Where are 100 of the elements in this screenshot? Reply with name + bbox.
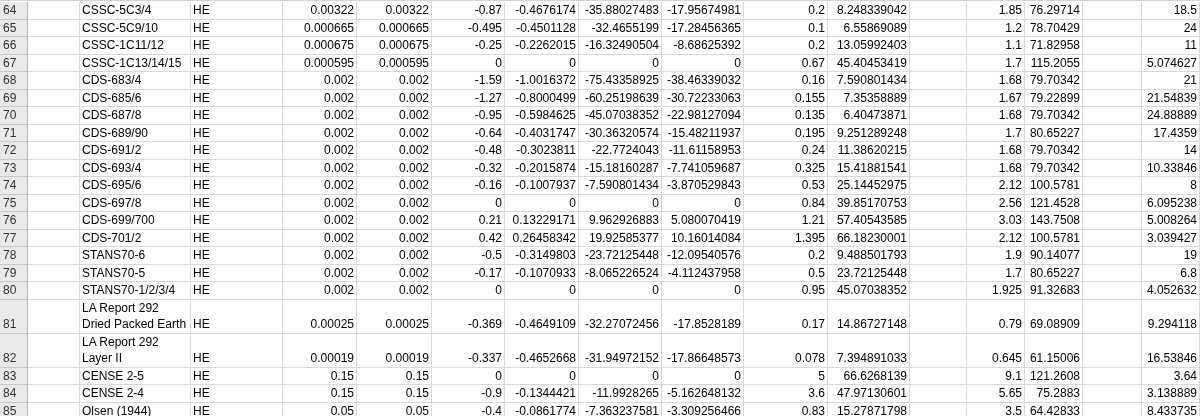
empty-cell[interactable] [1083, 107, 1142, 125]
table-cell: HE [191, 385, 283, 403]
empty-cell[interactable] [1083, 229, 1142, 247]
empty-cell[interactable] [1083, 385, 1142, 403]
empty-cell[interactable] [910, 159, 967, 177]
table-cell: 0.002 [283, 159, 357, 177]
table-cell: 0.002 [283, 107, 357, 125]
row-header[interactable]: 81 [0, 299, 28, 334]
table-cell: 6.40473871 [828, 107, 910, 125]
row-header[interactable]: 78 [0, 247, 28, 265]
table-cell: -1.59 [432, 72, 505, 90]
empty-cell[interactable] [1083, 72, 1142, 90]
empty-cell[interactable] [910, 333, 967, 368]
empty-cell[interactable] [910, 54, 967, 72]
row-header[interactable]: 80 [0, 282, 28, 300]
table-cell: 0.002 [357, 247, 432, 265]
row-header[interactable]: 66 [0, 37, 28, 55]
empty-cell[interactable] [1083, 247, 1142, 265]
table-cell: 0 [662, 282, 744, 300]
table-cell: 0.195 [744, 124, 828, 142]
empty-cell[interactable] [910, 194, 967, 212]
table-cell: 8.248339042 [828, 2, 910, 20]
table-cell: 78.70429 [1025, 19, 1083, 37]
table-cell: CDS-691/2 [80, 142, 191, 160]
empty-cell[interactable] [1083, 177, 1142, 195]
table-cell: 143.7508 [1025, 212, 1083, 230]
table-cell: 0.002 [357, 159, 432, 177]
row-header[interactable]: 82 [0, 333, 28, 368]
empty-cell[interactable] [910, 37, 967, 55]
table-cell: 1.395 [744, 229, 828, 247]
row-header[interactable]: 72 [0, 142, 28, 160]
table-cell: HE [191, 159, 283, 177]
empty-cell[interactable] [910, 142, 967, 160]
empty-cell[interactable] [1083, 142, 1142, 160]
table-cell: 79.70342 [1025, 142, 1083, 160]
empty-cell[interactable] [910, 19, 967, 37]
table-cell: 2.56 [967, 194, 1025, 212]
row-header[interactable]: 64 [0, 2, 28, 20]
empty-cell[interactable] [1083, 37, 1142, 55]
table-cell: 10.16014084 [662, 229, 744, 247]
empty-cell[interactable] [1083, 54, 1142, 72]
table-cell: -22.98127094 [662, 107, 744, 125]
table-cell: 0.5 [744, 264, 828, 282]
empty-cell[interactable] [1083, 264, 1142, 282]
table-cell: 8 [1142, 177, 1200, 195]
table-cell: CDS-683/4 [80, 72, 191, 90]
empty-cell[interactable] [910, 367, 967, 385]
row-header[interactable]: 74 [0, 177, 28, 195]
empty-cell[interactable] [1083, 124, 1142, 142]
table-cell: 0.15 [283, 367, 357, 385]
table-cell: 0.00322 [283, 2, 357, 20]
table-cell: -0.1070933 [505, 264, 579, 282]
row-header[interactable]: 84 [0, 385, 28, 403]
empty-cell[interactable] [910, 264, 967, 282]
table-cell: 24.88889 [1142, 107, 1200, 125]
empty-cell[interactable] [910, 2, 967, 20]
table-cell: 15.41881541 [828, 159, 910, 177]
empty-cell[interactable] [910, 282, 967, 300]
empty-cell[interactable] [910, 72, 967, 90]
empty-cell[interactable] [1083, 194, 1142, 212]
table-cell: -0.369 [432, 299, 505, 334]
table-cell: 0.002 [283, 142, 357, 160]
empty-cell[interactable] [1083, 282, 1142, 300]
table-cell: 0.002 [357, 229, 432, 247]
empty-cell[interactable] [1083, 212, 1142, 230]
row-header[interactable]: 70 [0, 107, 28, 125]
empty-cell[interactable] [910, 299, 967, 334]
table-cell: HE [191, 367, 283, 385]
empty-cell[interactable] [1083, 367, 1142, 385]
table-cell: HE [191, 142, 283, 160]
table-cell: HE [191, 37, 283, 55]
empty-cell[interactable] [910, 385, 967, 403]
table-cell: 0.002 [357, 212, 432, 230]
table-cell: 9.488501793 [828, 247, 910, 265]
empty-cell[interactable] [1083, 159, 1142, 177]
empty-cell[interactable] [910, 89, 967, 107]
empty-cell[interactable] [910, 107, 967, 125]
table-cell: HE [191, 402, 283, 416]
empty-cell[interactable] [910, 229, 967, 247]
table-cell: 5.080070419 [662, 212, 744, 230]
table-cell: 19 [1142, 247, 1200, 265]
empty-cell[interactable] [910, 247, 967, 265]
table-cell: -1.0016372 [505, 72, 579, 90]
row-header[interactable]: 68 [0, 72, 28, 90]
table-cell: 0 [505, 282, 579, 300]
table-cell: -0.1007937 [505, 177, 579, 195]
table-cell: 45.40453419 [828, 54, 910, 72]
empty-cell[interactable] [1083, 2, 1142, 20]
table-cell: 0.15 [283, 385, 357, 403]
empty-cell[interactable] [1083, 19, 1142, 37]
empty-cell[interactable] [1083, 299, 1142, 334]
empty-cell[interactable] [910, 124, 967, 142]
table-cell: 6.8 [1142, 264, 1200, 282]
empty-cell[interactable] [910, 177, 967, 195]
table-cell: 0.000595 [283, 54, 357, 72]
row-header[interactable]: 76 [0, 212, 28, 230]
empty-cell[interactable] [1083, 333, 1142, 368]
empty-cell[interactable] [1083, 89, 1142, 107]
empty-cell[interactable] [910, 212, 967, 230]
table-cell: HE [191, 194, 283, 212]
